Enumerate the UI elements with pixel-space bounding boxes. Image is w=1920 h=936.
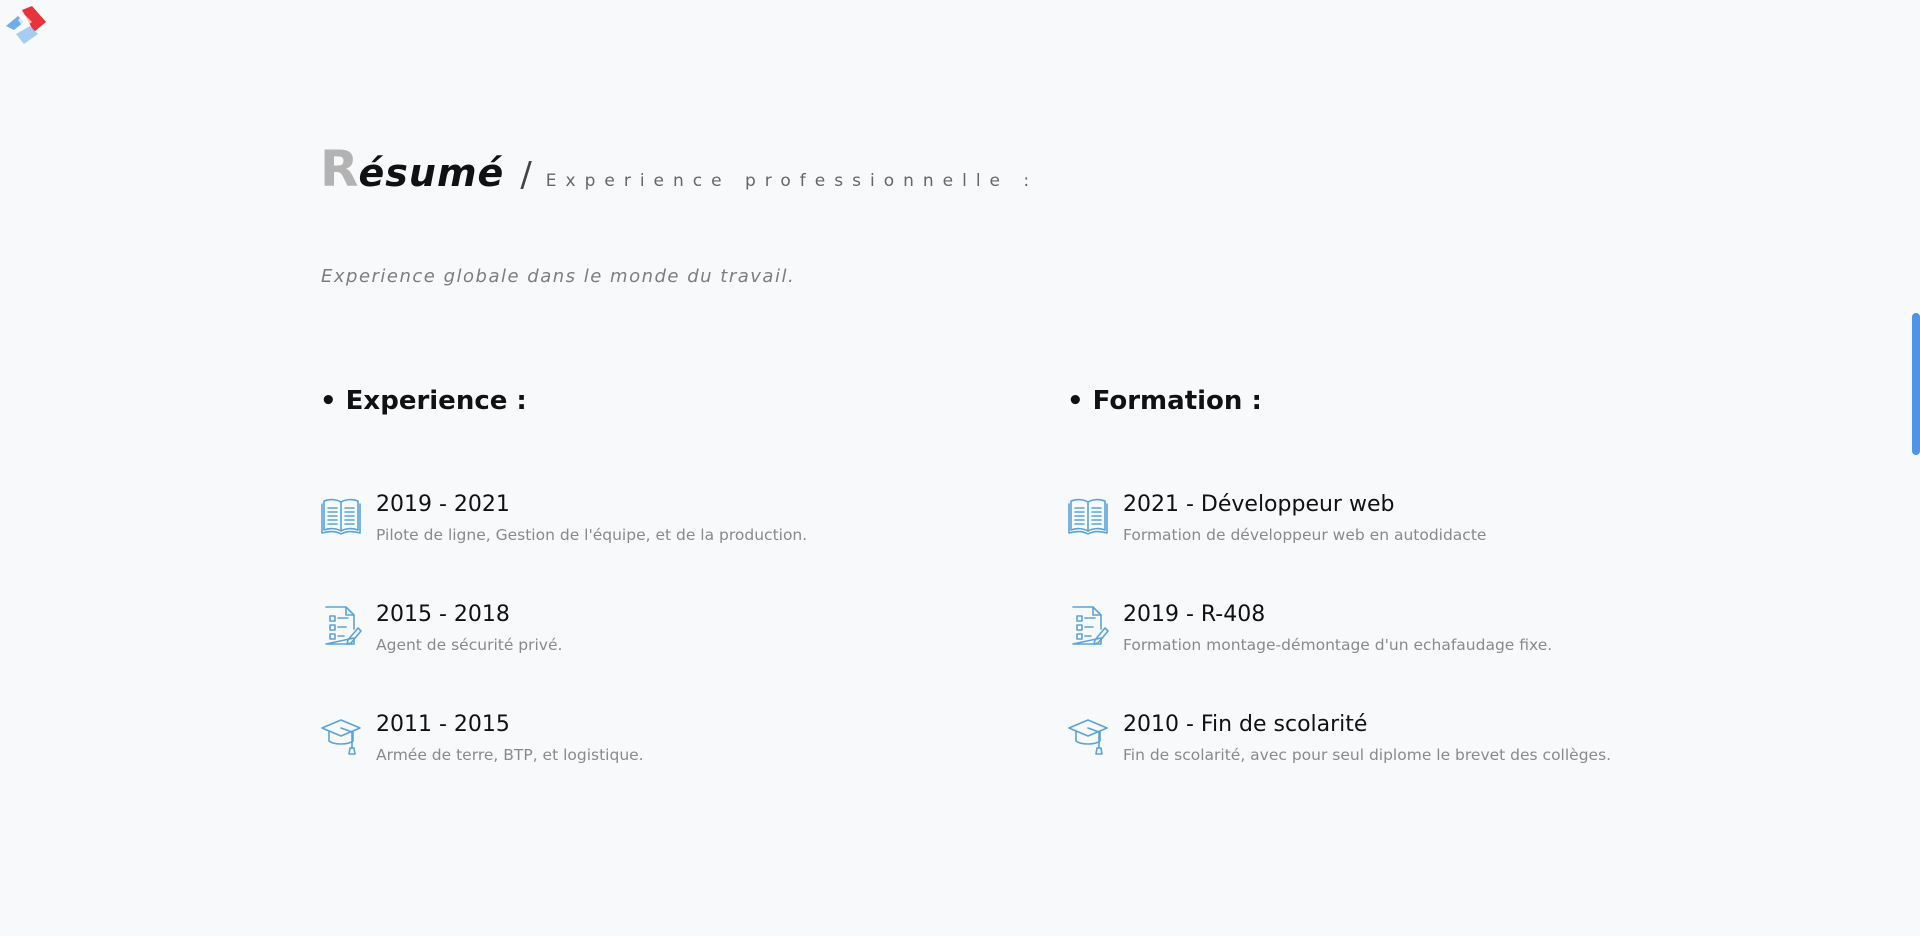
- formation-item-title: 2021 - Développeur web: [1123, 492, 1395, 517]
- checklist-document-icon: [1067, 604, 1109, 646]
- formation-list: 2021 - Développeur web Formation de déve…: [1067, 490, 1687, 820]
- title-separator: /: [520, 155, 532, 195]
- title-subtitle: Experience professionnelle :: [545, 171, 1039, 191]
- formation-heading: • Formation :: [1067, 386, 1262, 416]
- formation-item: 2010 - Fin de scolarité Fin de scolarité…: [1067, 710, 1687, 820]
- formation-item-desc: Formation de développeur web en autodida…: [1123, 526, 1487, 544]
- formation-section: • Formation : 2021 - Développeur web For…: [1067, 383, 1687, 820]
- experience-section: • Experience : 2019 - 2021 Pilote de lig…: [320, 383, 940, 820]
- checklist-document-icon: [320, 604, 362, 646]
- resume-title: R ésumé / Experience professionnelle :: [320, 140, 1038, 198]
- logo-diamond-icon[interactable]: [2, 4, 50, 48]
- experience-list: 2019 - 2021 Pilote de ligne, Gestion de …: [320, 490, 940, 820]
- experience-item: 2015 - 2018 Agent de sécurité privé.: [320, 600, 940, 710]
- graduation-cap-icon: [1067, 714, 1109, 756]
- resume-page: R ésumé / Experience professionnelle : E…: [0, 0, 1920, 936]
- experience-item: 2019 - 2021 Pilote de ligne, Gestion de …: [320, 490, 940, 600]
- formation-item: 2021 - Développeur web Formation de déve…: [1067, 490, 1687, 600]
- experience-item-title: 2015 - 2018: [376, 602, 510, 627]
- graduation-cap-icon: [320, 714, 362, 756]
- formation-item-desc: Formation montage-démontage d'un echafau…: [1123, 636, 1553, 654]
- title-rest: ésumé: [358, 151, 505, 195]
- formation-item-title: 2019 - R-408: [1123, 602, 1266, 627]
- scrollbar-thumb[interactable]: [1912, 313, 1920, 455]
- experience-item: 2011 - 2015 Armée de terre, BTP, et logi…: [320, 710, 940, 820]
- scrollbar[interactable]: [1912, 0, 1920, 936]
- formation-item: 2019 - R-408 Formation montage-démontage…: [1067, 600, 1687, 710]
- experience-item-desc: Armée de terre, BTP, et logistique.: [376, 746, 644, 764]
- lead-text: Experience globale dans le monde du trav…: [321, 266, 796, 287]
- open-book-icon: [320, 494, 362, 536]
- open-book-icon: [1067, 494, 1109, 536]
- experience-heading: • Experience :: [320, 386, 527, 416]
- experience-item-title: 2019 - 2021: [376, 492, 510, 517]
- experience-item-desc: Pilote de ligne, Gestion de l'équipe, et…: [376, 526, 808, 544]
- title-first-letter: R: [320, 140, 359, 198]
- formation-item-desc: Fin de scolarité, avec pour seul diplome…: [1123, 746, 1612, 764]
- formation-item-title: 2010 - Fin de scolarité: [1123, 712, 1368, 737]
- experience-item-desc: Agent de sécurité privé.: [376, 636, 563, 654]
- experience-item-title: 2011 - 2015: [376, 712, 510, 737]
